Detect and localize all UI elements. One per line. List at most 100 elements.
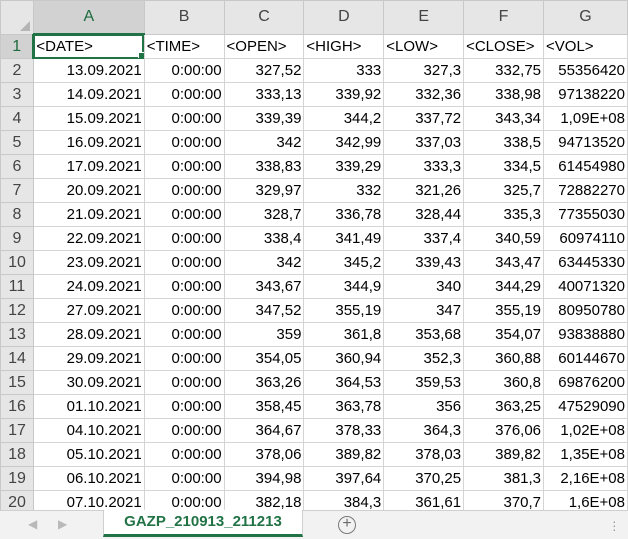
cell-e7[interactable]: 321,26 [383,178,465,203]
cell-b13[interactable]: 0:00:00 [143,322,225,347]
cell-c6[interactable]: 338,83 [223,154,305,179]
cell-f4[interactable]: 343,34 [463,106,545,131]
cell-f12[interactable]: 355,19 [463,298,545,323]
cell-f2[interactable]: 332,75 [463,58,545,83]
cell-e6[interactable]: 333,3 [383,154,465,179]
cell-b18[interactable]: 0:00:00 [143,442,225,467]
cell-f8[interactable]: 335,3 [463,202,545,227]
cell-e11[interactable]: 340 [383,274,465,299]
cell-g14[interactable]: 60144670 [543,346,628,371]
cell-e2[interactable]: 327,3 [383,58,465,83]
cell-c16[interactable]: 358,45 [223,394,305,419]
cell-d12[interactable]: 355,19 [303,298,385,323]
tab-splitter-handle[interactable]: · · · [612,514,617,536]
cell-g6[interactable]: 61454980 [543,154,628,179]
cell-e15[interactable]: 359,53 [383,370,465,395]
cell-g16[interactable]: 47529090 [543,394,628,419]
cell-c8[interactable]: 328,7 [223,202,305,227]
cell-b11[interactable]: 0:00:00 [143,274,225,299]
cell-f17[interactable]: 376,06 [463,418,545,443]
cell-d13[interactable]: 361,8 [303,322,385,347]
row-header-18[interactable]: 18 [0,442,34,467]
cell-g20[interactable]: 1,6E+08 [543,490,628,510]
column-header-d[interactable]: D [303,0,385,35]
cell-e5[interactable]: 337,03 [383,130,465,155]
cell-a18[interactable]: 05.10.2021 [32,442,145,467]
row-header-9[interactable]: 9 [0,226,34,251]
cell-f15[interactable]: 360,8 [463,370,545,395]
cell-a16[interactable]: 01.10.2021 [32,394,145,419]
cell-c1[interactable]: <OPEN> [223,33,305,59]
cell-c2[interactable]: 327,52 [223,58,305,83]
row-header-20[interactable]: 20 [0,490,34,510]
cell-b9[interactable]: 0:00:00 [143,226,225,251]
cell-a15[interactable]: 30.09.2021 [32,370,145,395]
cell-c17[interactable]: 364,67 [223,418,305,443]
add-sheet-button[interactable]: + [338,516,356,534]
cell-g13[interactable]: 93838880 [543,322,628,347]
row-header-15[interactable]: 15 [0,370,34,395]
cell-d20[interactable]: 384,3 [303,490,385,510]
cell-b12[interactable]: 0:00:00 [143,298,225,323]
cell-f6[interactable]: 334,5 [463,154,545,179]
row-header-14[interactable]: 14 [0,346,34,371]
cell-a6[interactable]: 17.09.2021 [32,154,145,179]
column-header-c[interactable]: C [223,0,305,35]
cell-b7[interactable]: 0:00:00 [143,178,225,203]
cell-e10[interactable]: 339,43 [383,250,465,275]
cell-f16[interactable]: 363,25 [463,394,545,419]
cell-a3[interactable]: 14.09.2021 [32,82,145,107]
cell-d8[interactable]: 336,78 [303,202,385,227]
row-header-13[interactable]: 13 [0,322,34,347]
cell-c9[interactable]: 338,4 [223,226,305,251]
cell-e20[interactable]: 361,61 [383,490,465,510]
cell-b6[interactable]: 0:00:00 [143,154,225,179]
cell-d18[interactable]: 389,82 [303,442,385,467]
cell-b3[interactable]: 0:00:00 [143,82,225,107]
cell-e16[interactable]: 356 [383,394,465,419]
cell-f10[interactable]: 343,47 [463,250,545,275]
cell-c19[interactable]: 394,98 [223,466,305,491]
cell-b1[interactable]: <TIME> [143,33,225,59]
cell-f1[interactable]: <CLOSE> [463,33,545,59]
cell-b4[interactable]: 0:00:00 [143,106,225,131]
cell-f7[interactable]: 325,7 [463,178,545,203]
cell-a2[interactable]: 13.09.2021 [32,58,145,83]
column-header-a[interactable]: A [32,0,145,35]
row-header-1[interactable]: 1 [0,33,35,59]
cell-a7[interactable]: 20.09.2021 [32,178,145,203]
cell-d11[interactable]: 344,9 [303,274,385,299]
cell-f14[interactable]: 360,88 [463,346,545,371]
cell-g3[interactable]: 97138220 [543,82,628,107]
cell-e8[interactable]: 328,44 [383,202,465,227]
cell-e9[interactable]: 337,4 [383,226,465,251]
cell-g17[interactable]: 1,02E+08 [543,418,628,443]
prev-sheet-icon[interactable]: ◀ [28,517,37,531]
cell-f11[interactable]: 344,29 [463,274,545,299]
cell-b2[interactable]: 0:00:00 [143,58,225,83]
cell-b19[interactable]: 0:00:00 [143,466,225,491]
cell-a12[interactable]: 27.09.2021 [32,298,145,323]
row-header-4[interactable]: 4 [0,106,34,131]
cell-c10[interactable]: 342 [223,250,305,275]
row-header-2[interactable]: 2 [0,58,34,83]
cell-b17[interactable]: 0:00:00 [143,418,225,443]
column-header-b[interactable]: B [143,0,225,35]
cell-d4[interactable]: 344,2 [303,106,385,131]
cell-c15[interactable]: 363,26 [223,370,305,395]
cell-c7[interactable]: 329,97 [223,178,305,203]
cell-d17[interactable]: 378,33 [303,418,385,443]
column-header-e[interactable]: E [383,0,465,35]
fill-handle[interactable] [137,52,144,58]
cell-b14[interactable]: 0:00:00 [143,346,225,371]
cell-c11[interactable]: 343,67 [223,274,305,299]
cell-g18[interactable]: 1,35E+08 [543,442,628,467]
cell-c5[interactable]: 342 [223,130,305,155]
select-all-corner[interactable] [0,0,34,35]
cell-d14[interactable]: 360,94 [303,346,385,371]
cell-g1[interactable]: <VOL> [543,33,628,59]
cell-b16[interactable]: 0:00:00 [143,394,225,419]
cell-a11[interactable]: 24.09.2021 [32,274,145,299]
cell-c4[interactable]: 339,39 [223,106,305,131]
cell-d10[interactable]: 345,2 [303,250,385,275]
